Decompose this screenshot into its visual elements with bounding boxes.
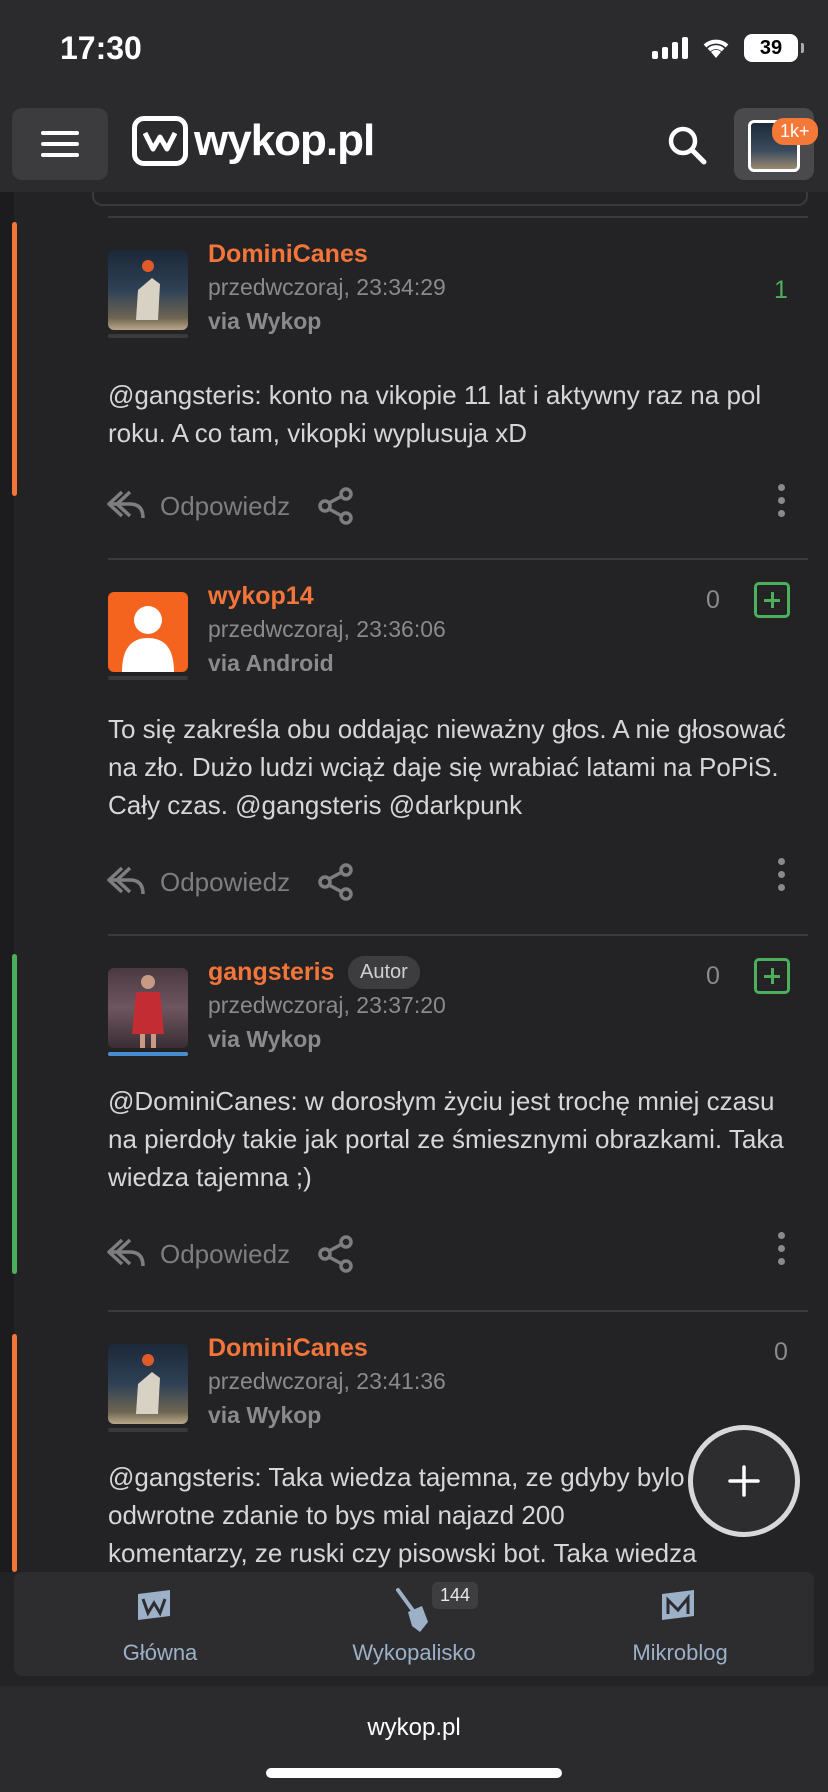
comment-text: To się zakreśla obu oddając nieważny gło… [108,714,786,820]
signal-icon [652,37,688,59]
comment-time: przedwczoraj, 23:36:06 [208,616,446,642]
comment-item: wykop14 przedwczoraj, 23:36:06 via Andro… [0,558,828,934]
share-icon[interactable] [316,486,356,526]
comment-accent [12,222,17,496]
vote-count: 1 [774,276,788,304]
comment-accent [12,954,17,1274]
more-options-icon[interactable] [778,484,785,517]
wykop-home-icon [138,1590,170,1620]
upvote-button[interactable] [754,958,790,994]
comment-actions: Odpowiedz [106,486,356,526]
more-options-icon[interactable] [778,858,785,891]
reply-button[interactable]: Odpowiedz [160,491,290,522]
status-icons: 39 [652,34,804,62]
nav-item-glowna[interactable]: Główna [40,1572,280,1676]
vote-count: 0 [706,962,720,990]
comment-source: via Wykop [208,1026,322,1052]
nav-label: Główna [122,1640,198,1665]
share-icon[interactable] [316,862,356,902]
status-bar: 17:30 39 [0,0,828,98]
comments-list: DominiCanes przedwczoraj, 23:34:29 via W… [0,192,828,1572]
logo-text: wykop.pl [194,116,375,165]
search-icon[interactable] [664,122,710,168]
avatar[interactable] [108,968,188,1048]
nav-label: Wykopalisko [352,1640,476,1665]
status-time: 17:30 [60,30,142,66]
nav-badge: 144 [432,1582,479,1609]
comment-accent [12,1334,17,1572]
comment-text: @gangsteris: konto na vikopie 11 lat i a… [108,380,762,448]
comment-text: @DominiCanes: w dorosłym życiu jest troc… [108,1086,784,1192]
author-badge: Autor [348,956,420,989]
divider [108,216,808,218]
top-header: wykop.pl 1k+ [0,98,828,192]
wifi-icon [703,39,729,58]
comment-author[interactable]: DominiCanes [208,1334,368,1363]
divider [108,1310,808,1312]
nav-item-mikroblog[interactable]: Mikroblog [560,1572,800,1676]
reply-button[interactable]: Odpowiedz [160,1239,290,1270]
comment-text: @gangsteris: Taka wiedza tajemna, ze gdy… [108,1462,697,1568]
plus-icon [728,1465,760,1497]
add-button[interactable] [688,1425,800,1537]
menu-button[interactable] [12,108,108,180]
comment-time: przedwczoraj, 23:41:36 [208,1368,446,1394]
divider [108,558,808,560]
avatar-underline [108,1052,188,1056]
avatar[interactable] [108,250,188,330]
comment-source: via Wykop [208,308,322,334]
comment-author[interactable]: gangsteris [208,958,334,987]
comment-actions: Odpowiedz [106,1234,356,1274]
wykop-logo-icon [132,116,188,166]
comment-author[interactable]: wykop14 [208,582,314,611]
reply-icon[interactable] [106,864,146,900]
bottom-nav: Główna 144 Wykopalisko Mikroblog [14,1572,814,1676]
nav-item-wykopalisko[interactable]: 144 Wykopalisko [294,1572,534,1676]
notification-badge: 1k+ [772,118,818,145]
nav-label: Mikroblog [632,1640,728,1665]
comment-time: przedwczoraj, 23:34:29 [208,274,446,300]
battery-icon: 39 [744,34,804,62]
comment-actions: Odpowiedz [106,862,356,902]
vote-count: 0 [706,586,720,614]
comment-time: przedwczoraj, 23:37:20 [208,992,446,1018]
comment-source: via Android [208,650,334,676]
comment-item: DominiCanes przedwczoraj, 23:34:29 via W… [0,216,828,526]
comment-item: gangsteris Autor przedwczoraj, 23:37:20 … [0,934,828,1310]
vote-count: 0 [774,1338,788,1366]
logo[interactable]: wykop.pl [132,116,375,166]
upvote-button[interactable] [754,582,790,618]
divider [108,934,808,936]
avatar[interactable] [108,592,188,672]
avatar-underline [108,676,188,680]
hamburger-icon [41,131,79,135]
home-indicator[interactable] [266,1768,562,1778]
previous-card-edge [92,192,808,206]
url-label[interactable]: wykop.pl [0,1714,828,1742]
mikroblog-icon [662,1590,694,1620]
reply-icon[interactable] [106,1236,146,1272]
avatar[interactable] [108,1344,188,1424]
avatar-underline [108,334,188,338]
reply-button[interactable]: Odpowiedz [160,867,290,898]
share-icon[interactable] [316,1234,356,1274]
browser-bar: wykop.pl [0,1686,828,1792]
shovel-icon [396,1588,428,1632]
more-options-icon[interactable] [778,1232,785,1265]
reply-icon[interactable] [106,488,146,524]
user-avatar-button[interactable]: 1k+ [734,108,818,180]
comment-source: via Wykop [208,1402,322,1428]
avatar-underline [108,1428,188,1432]
comment-author[interactable]: DominiCanes [208,240,368,269]
